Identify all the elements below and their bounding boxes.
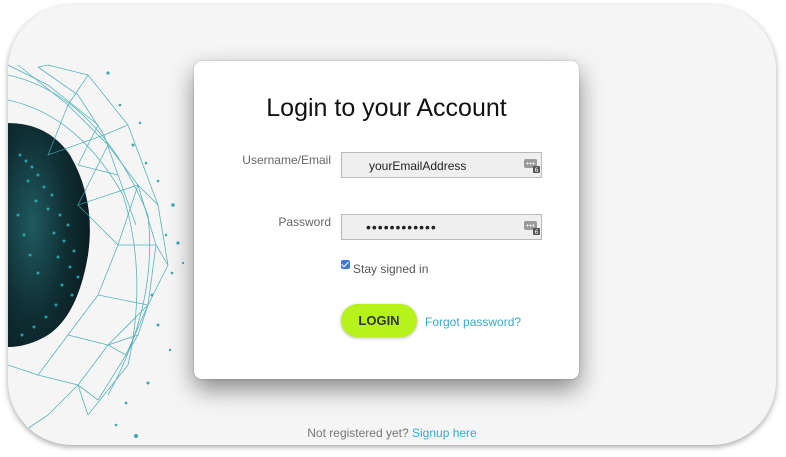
password-value: •••••••••••• — [366, 219, 437, 235]
username-value: yourEmailAddress — [369, 159, 467, 173]
password-manager-key-icon[interactable]: 6 — [524, 157, 540, 173]
password-label: Password — [278, 215, 331, 229]
login-card: Login to your Account Username/Email you… — [194, 61, 579, 379]
login-title: Login to your Account — [266, 94, 507, 122]
page-background: Login to your Account Username/Email you… — [8, 5, 776, 445]
login-button[interactable]: LOGIN — [341, 304, 417, 337]
network-globe-icon — [8, 64, 185, 438]
not-registered-text: Not registered yet? — [307, 426, 409, 440]
svg-text:6: 6 — [535, 229, 539, 235]
password-field[interactable]: •••••••••••• 6 — [341, 214, 542, 240]
username-label: Username/Email — [242, 153, 331, 167]
username-field[interactable]: yourEmailAddress 6 — [341, 152, 542, 178]
stay-signed-in-row[interactable]: Stay signed in — [341, 260, 429, 276]
stay-signed-in-checkbox[interactable] — [341, 260, 350, 269]
signup-prompt: Not registered yet? Signup here — [8, 426, 776, 440]
password-manager-key-icon[interactable]: 6 — [524, 219, 540, 235]
svg-text:6: 6 — [535, 167, 539, 173]
stay-signed-in-label: Stay signed in — [353, 262, 429, 276]
signup-link[interactable]: Signup here — [412, 426, 477, 440]
forgot-password-link[interactable]: Forgot password? — [425, 315, 521, 329]
